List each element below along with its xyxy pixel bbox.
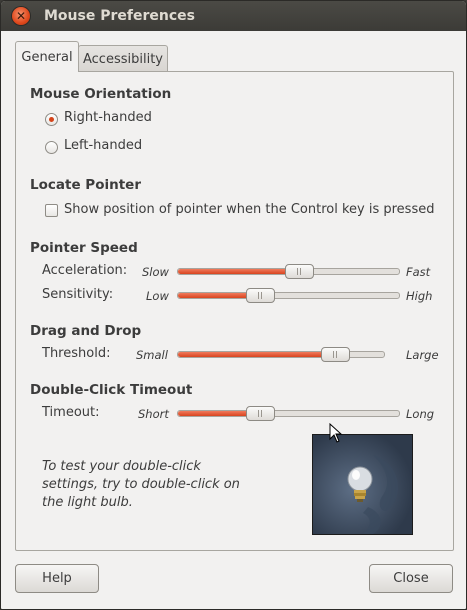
general-panel: Mouse Orientation Right-handed Left-hand… [15,71,454,551]
close-button[interactable]: Close [369,564,453,593]
double-click-instructions: To test your double-click settings, try … [42,459,240,510]
mouse-preferences-window: ✕ Mouse Preferences General Accessibilit… [0,0,467,610]
mouse-pointer-icon [329,423,343,443]
tab-accessibility[interactable]: Accessibility [78,45,168,72]
acceleration-label: Acceleration: [42,263,128,278]
left-handed-radio[interactable] [45,141,58,154]
drag-heading: Drag and Drop [30,323,142,339]
help-button[interactable]: Help [15,564,99,593]
timeout-min-label: Short [138,407,169,421]
acceleration-slider[interactable] [177,264,400,279]
sensitivity-min-label: Low [146,289,169,303]
timeout-label: Timeout: [42,405,100,420]
speed-heading: Pointer Speed [30,240,138,256]
timeout-max-label: Long [406,407,435,421]
left-handed-label[interactable]: Left-handed [64,138,142,153]
sensitivity-label: Sensitivity: [42,287,114,302]
orientation-heading: Mouse Orientation [30,86,172,102]
close-icon[interactable]: ✕ [12,7,30,25]
locate-pointer-checkbox[interactable] [45,204,58,217]
acceleration-max-label: Fast [406,265,431,279]
threshold-fill [178,352,335,357]
window-title: Mouse Preferences [44,8,195,24]
locate-pointer-label[interactable]: Show position of pointer when the Contro… [64,202,434,217]
doubleclick-heading: Double-Click Timeout [30,382,193,398]
acceleration-min-label: Slow [142,265,169,279]
right-handed-label[interactable]: Right-handed [64,110,152,125]
threshold-slider[interactable] [177,347,385,362]
sensitivity-max-label: High [406,289,433,303]
acceleration-fill [178,269,299,274]
threshold-label: Threshold: [42,346,111,361]
title-bar[interactable]: ✕ Mouse Preferences [1,1,466,31]
sensitivity-thumb[interactable] [246,288,275,303]
threshold-thumb[interactable] [321,347,350,362]
tab-general[interactable]: General [15,41,79,72]
timeout-thumb[interactable] [246,406,275,421]
right-handed-radio[interactable] [45,113,58,126]
threshold-max-label: Large [406,348,439,362]
locate-heading: Locate Pointer [30,177,141,193]
sensitivity-slider[interactable] [177,288,400,303]
threshold-min-label: Small [136,348,168,362]
timeout-slider[interactable] [177,406,400,421]
light-bulb-icon[interactable] [312,434,413,535]
acceleration-thumb[interactable] [285,264,314,279]
